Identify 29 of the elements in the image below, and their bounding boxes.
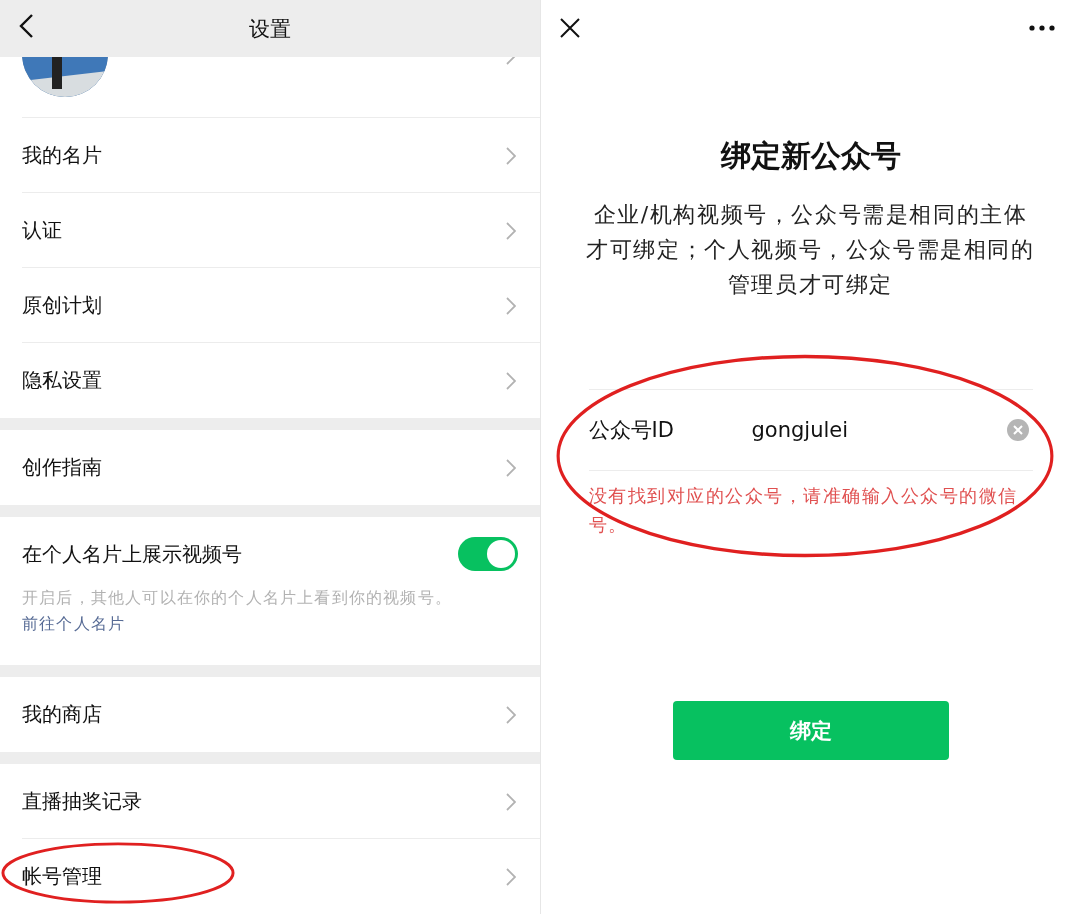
settings-item[interactable]: 隐私设置 [0,343,540,418]
close-icon[interactable] [559,16,581,39]
settings-item[interactable]: 创作指南 [0,430,540,505]
error-message: 没有找到对应的公众号，请准确输入公众号的微信号。 [588,484,1019,537]
setting-label: 在个人名片上展示视频号 [22,540,242,568]
settings-item[interactable]: 我的名片 [0,118,540,193]
settings-item[interactable]: 原创计划 [0,268,540,343]
more-icon[interactable] [1029,24,1055,31]
screen-title: 设置 [249,15,291,43]
profile-card-link[interactable]: 前往个人名片 [22,614,126,633]
chevron-icon [506,57,516,65]
page-title: 绑定新公众号 [720,137,901,175]
settings-item[interactable]: 帐号管理 [0,839,540,914]
chevron-icon [506,371,516,390]
chevron-icon [506,458,516,477]
toggle-switch[interactable] [458,537,518,571]
instructions-text: 企业/机构视频号，公众号需是相同的主体才可绑定；个人视频号，公众号需是相同的管理员才可绑定 [585,201,1036,299]
settings-item[interactable]: 我的商店 [0,677,540,752]
chevron-icon [506,705,516,724]
chevron-icon [506,792,516,811]
settings-item[interactable]: 直播抽奖记录 [0,764,540,839]
chevron-icon [506,221,516,240]
account-id-field[interactable]: 公众号ID gongjulei [588,389,1033,471]
settings-item[interactable]: 认证 [0,193,540,268]
chevron-icon [506,867,516,886]
chevron-icon [506,146,516,165]
back-icon[interactable] [18,13,34,39]
setting-description: 开启后，其他人可以在你的个人名片上看到你的视频号。 前往个人名片 [22,587,453,635]
chevron-icon [506,296,516,315]
